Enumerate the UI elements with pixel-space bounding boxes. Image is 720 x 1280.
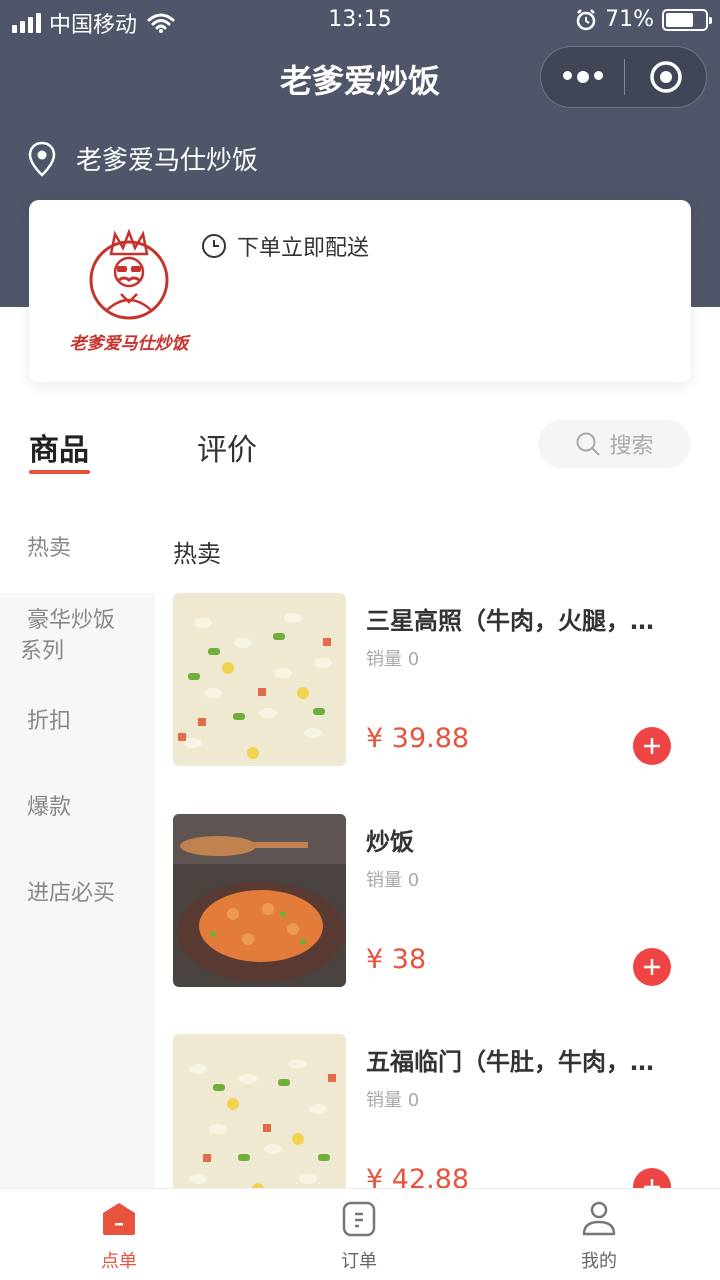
product-name: 炒饭: [366, 828, 414, 856]
product-image: [173, 593, 346, 766]
user-icon: [582, 1201, 616, 1236]
home-icon: [103, 1203, 135, 1235]
product-image: [173, 1034, 346, 1207]
search-icon: [576, 432, 601, 456]
product-name: 五福临门（牛肚，牛肉，…: [366, 1048, 654, 1076]
category-item-hot[interactable]: 热卖: [27, 533, 167, 564]
plus-icon: [644, 738, 660, 754]
order-list-icon: [342, 1201, 376, 1237]
store-location[interactable]: 老爹爱马仕炒饭: [28, 140, 258, 177]
delivery-text: 下单立即配送: [237, 236, 370, 261]
alarm-icon: [576, 8, 596, 30]
category-item-deluxe-fried-rice[interactable]: 豪华炒饭系列: [20, 605, 130, 667]
status-bar: 中国移动 13:15 71%: [0, 0, 720, 40]
bottom-tab-bar: 点单 订单 我的: [0, 1188, 720, 1280]
tab-reviews[interactable]: 评价: [197, 425, 257, 469]
tabbar-item-order[interactable]: 点单: [59, 1199, 179, 1273]
store-logo: 老爹爱马仕炒饭: [49, 228, 209, 358]
product-sales: 销量 0: [366, 1090, 420, 1111]
category-item-must-buy[interactable]: 进店必买: [27, 878, 167, 909]
product-price: ¥ 38: [366, 944, 427, 975]
tabbar-label-order: 点单: [101, 1251, 137, 1272]
logo-text: 老爹爱马仕炒饭: [70, 334, 192, 354]
tabbar-item-mine[interactable]: 我的: [539, 1199, 659, 1273]
tab-goods[interactable]: 商品: [29, 425, 89, 469]
add-to-cart-button[interactable]: [633, 727, 671, 765]
tabbar-label-orders: 订单: [341, 1251, 377, 1272]
plus-icon: [644, 959, 660, 975]
close-target-icon[interactable]: [625, 60, 706, 94]
tabbar-label-mine: 我的: [581, 1251, 617, 1272]
product-price: ¥ 39.88: [366, 723, 470, 754]
add-to-cart-button[interactable]: [633, 948, 671, 986]
category-sidebar: 热卖 豪华炒饭系列 折扣 爆款 进店必买: [0, 505, 155, 1188]
product-image: [173, 814, 346, 987]
store-info-card: 老爹爱马仕炒饭 下单立即配送: [29, 200, 691, 382]
product-card[interactable]: 炒饭 销量 0 ¥ 38: [173, 814, 693, 989]
section-title: 热卖: [173, 540, 221, 568]
category-item-discount[interactable]: 折扣: [27, 706, 167, 737]
product-sales: 销量 0: [366, 870, 420, 891]
search-placeholder: 搜索: [609, 434, 654, 459]
category-item-bestseller[interactable]: 爆款: [27, 792, 167, 823]
clock-icon: [202, 234, 226, 258]
battery-icon: [662, 8, 712, 31]
location-pin-icon: [28, 141, 56, 177]
tab-active-indicator: [29, 470, 90, 474]
more-icon[interactable]: [541, 71, 624, 83]
product-sales: 销量 0: [366, 649, 420, 670]
product-card[interactable]: 三星高照（牛肉，火腿，… 销量 0 ¥ 39.88: [173, 593, 693, 768]
store-name: 老爹爱马仕炒饭: [76, 146, 259, 176]
delivery-info: 下单立即配送: [201, 230, 369, 262]
miniprogram-capsule: [540, 46, 707, 108]
product-name: 三星高照（牛肉，火腿，…: [366, 607, 654, 635]
battery-percent: 71%: [605, 7, 654, 32]
tabbar-item-orders[interactable]: 订单: [299, 1199, 419, 1273]
product-card[interactable]: 五福临门（牛肚，牛肉，… 销量 0 ¥ 42.88: [173, 1034, 693, 1209]
search-input[interactable]: 搜索: [538, 420, 691, 468]
